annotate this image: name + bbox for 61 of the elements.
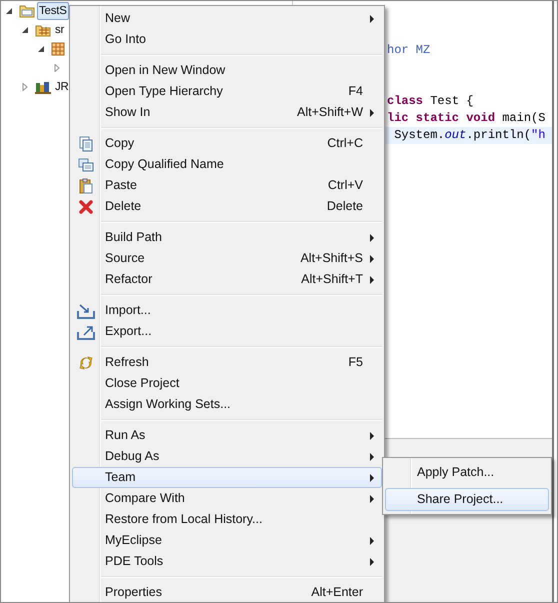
menu-item[interactable]: Import... (72, 300, 382, 321)
menu-item[interactable]: Team (72, 467, 382, 488)
menu-item[interactable]: Show In Alt+Shift+W (72, 102, 382, 123)
menu-item[interactable]: Assign Working Sets... (72, 394, 382, 415)
menu-item[interactable]: Open Type Hierarchy F4 (72, 81, 382, 102)
package-icon (51, 42, 65, 56)
menu-item[interactable]: Open in New Window (72, 60, 382, 81)
menu-item[interactable]: Refresh F5 (72, 352, 382, 373)
submenu-arrow-icon (370, 14, 374, 22)
submenu-arrow-icon (370, 494, 374, 502)
expanded-arrow-icon[interactable] (5, 6, 13, 14)
menu-item[interactable]: Source Alt+Shift+S (72, 248, 382, 269)
submenu-arrow-icon (370, 474, 374, 482)
menu-item[interactable]: Run As (72, 425, 382, 446)
tree-item[interactable]: sr (53, 20, 66, 38)
code-line: hor MZ (387, 43, 430, 57)
copy-icon (78, 156, 94, 172)
menu-item[interactable]: Copy Ctrl+C (72, 133, 382, 154)
menu-item[interactable]: Go Into (72, 29, 382, 50)
code-line: System.out.println("h (393, 128, 546, 142)
import-icon (77, 302, 95, 318)
menu-item[interactable]: Delete Delete (72, 196, 382, 217)
collapsed-arrow-icon[interactable] (53, 64, 61, 72)
code-line: class Test { (387, 94, 474, 108)
menu-item[interactable]: Refactor Alt+Shift+T (72, 269, 382, 290)
submenu-arrow-icon (370, 108, 374, 116)
submenu-arrow-icon (370, 432, 374, 440)
submenu-arrow-icon (370, 254, 374, 262)
tree-item[interactable]: JR (53, 78, 71, 96)
delete-icon (78, 198, 94, 214)
submenu-arrow-icon (370, 234, 374, 242)
tree-item[interactable]: TestS (37, 2, 69, 20)
menu-item[interactable]: PDE Tools (72, 551, 382, 572)
menu-item[interactable]: Copy Qualified Name (72, 154, 382, 175)
copy-icon (78, 136, 94, 152)
submenu-arrow-icon (370, 276, 374, 284)
menu-item[interactable]: New (72, 8, 382, 29)
menu-item[interactable]: Compare With (72, 488, 382, 509)
submenu-arrow-icon (370, 452, 374, 460)
source-folder-icon (35, 22, 51, 36)
export-icon (77, 324, 95, 340)
expanded-arrow-icon[interactable] (21, 26, 29, 34)
submenu-arrow-icon (370, 536, 374, 544)
clipboard-icon (78, 178, 94, 194)
menu-item[interactable]: Close Project (72, 373, 382, 394)
project-folder-icon (19, 4, 35, 18)
menu-item[interactable]: Build Path (72, 227, 382, 248)
submenu-arrow-icon (370, 558, 374, 566)
menu-item[interactable]: Apply Patch... (385, 461, 549, 484)
library-icon (35, 80, 51, 94)
menu-item[interactable]: Properties Alt+Enter (72, 582, 382, 602)
collapsed-arrow-icon[interactable] (21, 82, 29, 90)
expanded-arrow-icon[interactable] (37, 44, 45, 52)
menu-item[interactable]: Share Project... (385, 488, 549, 511)
code-line: lic static void main(S (387, 111, 546, 125)
menu-item[interactable]: Restore from Local History... (72, 509, 382, 530)
menu-item[interactable]: Debug As (72, 446, 382, 467)
refresh-icon (78, 354, 94, 370)
menu-item[interactable]: Export... (72, 321, 382, 342)
menu-item[interactable]: MyEclipse (72, 530, 382, 551)
menu-item[interactable]: Paste Ctrl+V (72, 175, 382, 196)
